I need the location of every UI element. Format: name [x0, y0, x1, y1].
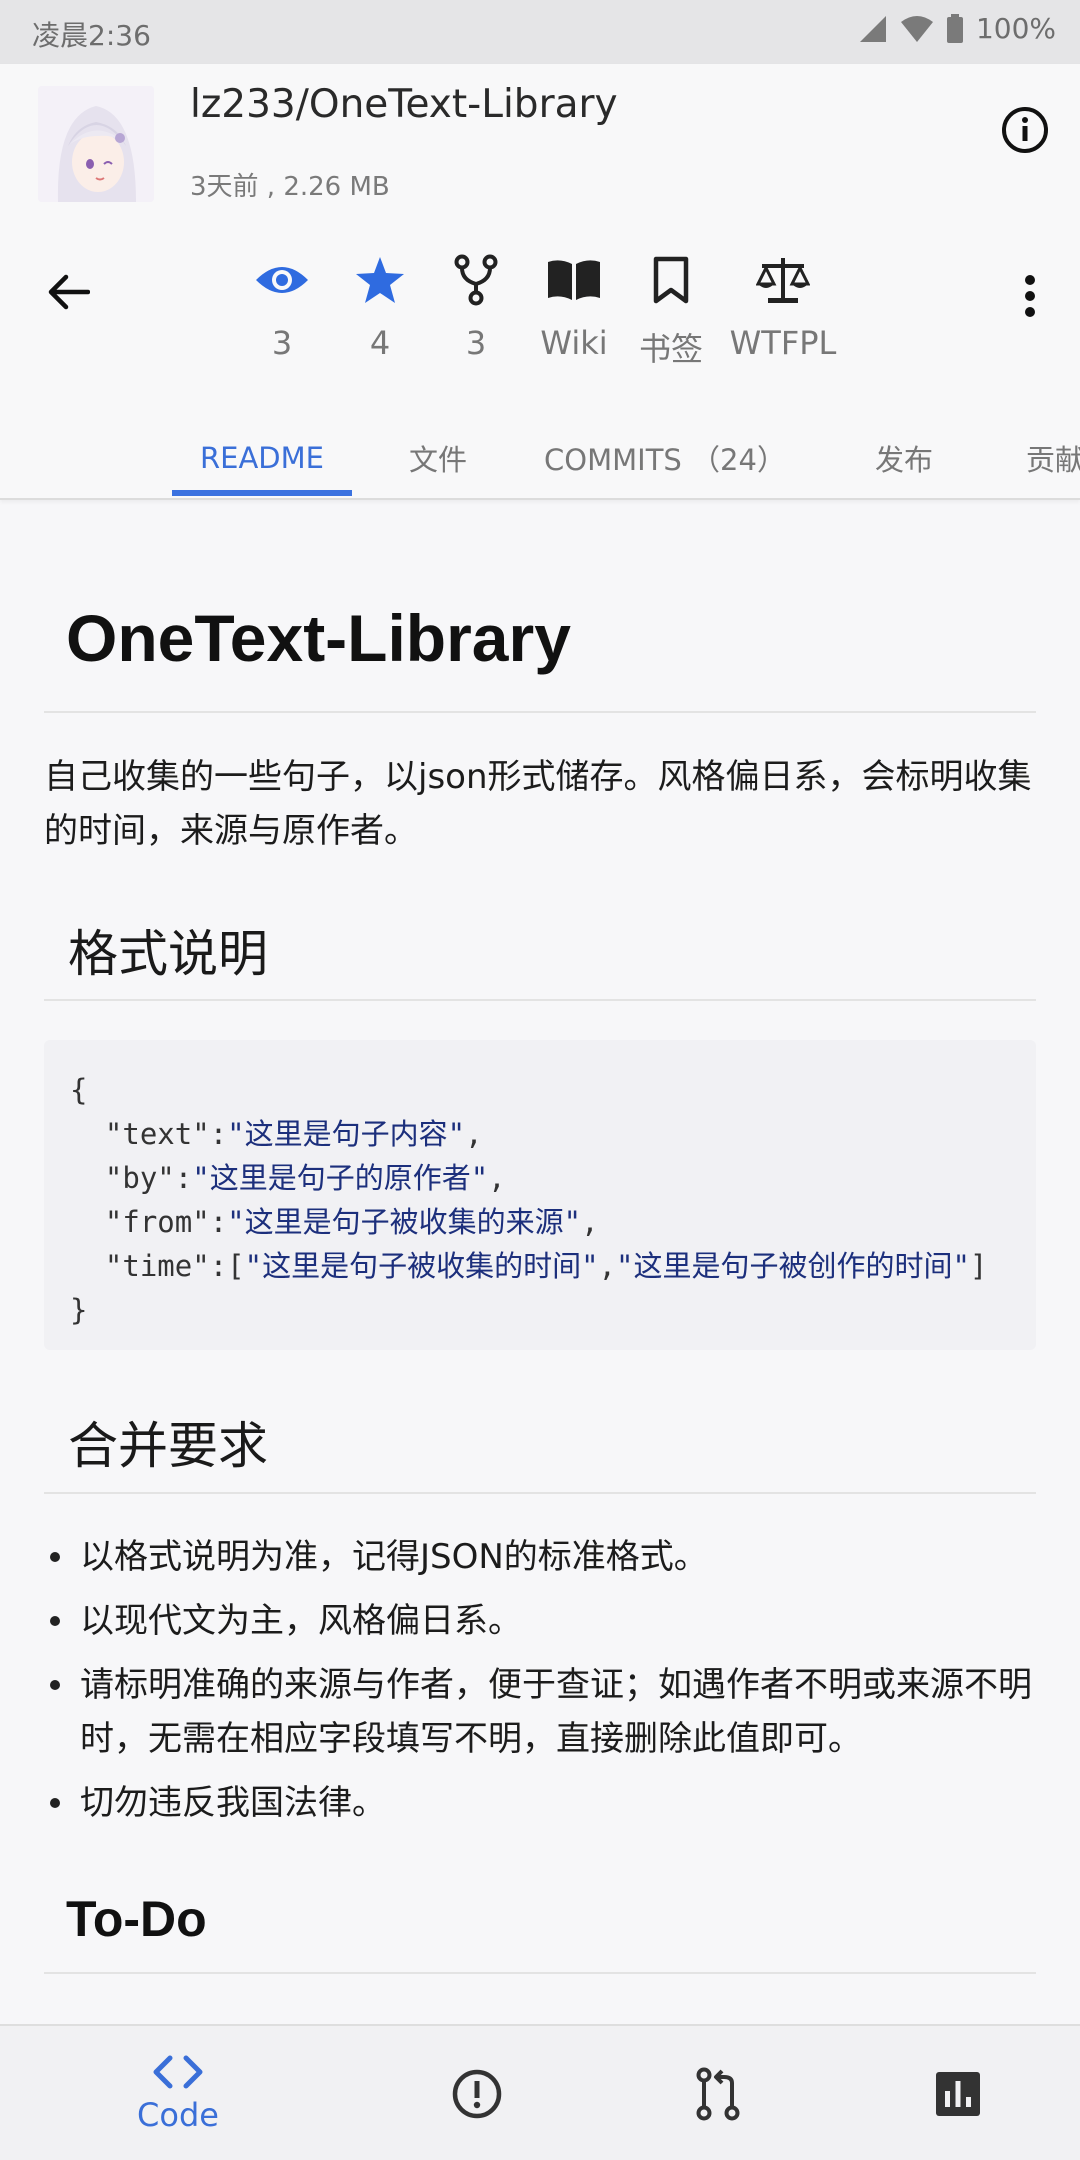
status-bar: 凌晨2:36 100% — [0, 0, 1080, 64]
active-tab-indicator — [172, 490, 352, 496]
merge-heading: 合并要求 — [68, 1417, 268, 1475]
repo-meta: 3天前 , 2.26 MB — [190, 172, 390, 202]
list-item: 切勿违反我国法律。 — [44, 1776, 1044, 1830]
nav-pull-requests[interactable] — [628, 2026, 808, 2160]
book-icon — [548, 260, 600, 300]
fork-icon — [454, 254, 498, 306]
tab-contributors[interactable]: 贡献 — [1000, 416, 1080, 500]
watchers-stat[interactable]: 3 — [227, 250, 337, 362]
list-item: 以格式说明为准，记得JSON的标准格式。 — [44, 1530, 1044, 1584]
more-button[interactable] — [1010, 264, 1050, 328]
wiki-stat[interactable]: Wiki — [519, 250, 629, 362]
star-icon — [356, 257, 404, 303]
bookmark-stat[interactable]: 书签 — [616, 250, 726, 370]
list-item: 以现代文为主，风格偏日系。 — [44, 1594, 1044, 1648]
bookmark-icon — [653, 256, 689, 304]
wiki-label: Wiki — [540, 324, 608, 362]
nav-issues[interactable] — [387, 2026, 567, 2160]
license-label: WTFPL — [729, 324, 837, 362]
readme-content: OneText-Library 自己收集的一些句子，以json形式储存。风格偏日… — [0, 500, 1080, 2024]
readme-intro: 自己收集的一些句子，以json形式储存。风格偏日系，会标明收集的时间，来源与原作… — [44, 757, 1032, 851]
wifi-icon — [900, 15, 933, 42]
code-block: { "text":"这里是句子内容", "by":"这里是句子的原作者", "f… — [44, 1040, 1036, 1350]
code-line: "by":"这里是句子的原作者", — [104, 1161, 506, 1195]
tab-files[interactable]: 文件 — [370, 416, 506, 500]
status-time: 凌晨2:36 — [32, 19, 151, 52]
watchers-count: 3 — [271, 324, 293, 362]
more-vert-icon — [1025, 275, 1035, 317]
license-stat[interactable]: WTFPL — [727, 250, 839, 362]
code-line: } — [70, 1293, 88, 1327]
merge-list: 以格式说明为准，记得JSON的标准格式。 以现代文为主，风格偏日系。 请标明准确… — [44, 1530, 1044, 1840]
repo-avatar[interactable] — [38, 86, 154, 202]
todo-heading: To-Do — [66, 1891, 207, 1947]
divider — [44, 711, 1036, 713]
nav-code[interactable]: Code — [88, 2026, 268, 2160]
arrow-left-icon — [48, 274, 90, 310]
back-button[interactable] — [36, 260, 100, 324]
code-line: "from":"这里是句子被收集的来源", — [104, 1205, 599, 1239]
battery-icon — [946, 13, 963, 43]
code-icon — [153, 2055, 203, 2089]
code-line: "time":["这里是句子被收集的时间","这里是句子被创作的时间"] — [104, 1249, 988, 1283]
bookmark-label: 书签 — [638, 330, 703, 368]
divider — [44, 1492, 1036, 1494]
forks-stat[interactable]: 3 — [421, 250, 531, 362]
status-icons: 100% — [858, 12, 1056, 45]
stars-stat[interactable]: 4 — [325, 250, 435, 362]
code-line: { — [70, 1073, 88, 1107]
scale-icon — [756, 258, 810, 303]
stars-count: 4 — [369, 324, 391, 362]
tab-commits[interactable]: COMMITS （24） — [530, 416, 800, 500]
readme-title: OneText-Library — [66, 601, 571, 675]
tab-releases[interactable]: 发布 — [836, 416, 972, 500]
code-line: "text":"这里是句子内容", — [104, 1117, 483, 1151]
info-button[interactable] — [995, 100, 1055, 160]
tab-bar: README 文件 COMMITS （24） 发布 贡献 — [0, 416, 1080, 500]
repo-name: lz233/OneText-Library — [190, 82, 618, 127]
tab-readme[interactable]: README — [172, 416, 352, 500]
eye-icon — [256, 267, 308, 293]
bar-chart-icon — [936, 2072, 980, 2116]
info-icon — [1002, 107, 1048, 153]
forks-count: 3 — [465, 324, 487, 362]
repo-header: lz233/OneText-Library 3天前 , 2.26 MB 3 4 … — [0, 64, 1080, 500]
divider — [44, 999, 1036, 1001]
format-heading: 格式说明 — [68, 925, 268, 983]
list-item: 请标明准确的来源与作者，便于查证；如遇作者不明或来源不明时，无需在相应字段填写不… — [44, 1658, 1044, 1766]
pull-request-icon — [696, 2067, 740, 2121]
nav-code-label: Code — [137, 2096, 219, 2134]
battery-level: 100% — [975, 12, 1056, 45]
divider — [44, 1972, 1036, 1974]
signal-icon — [859, 15, 886, 42]
alert-circle-icon — [452, 2069, 502, 2119]
bottom-nav: Code — [0, 2024, 1080, 2160]
nav-insights[interactable] — [868, 2026, 1048, 2160]
